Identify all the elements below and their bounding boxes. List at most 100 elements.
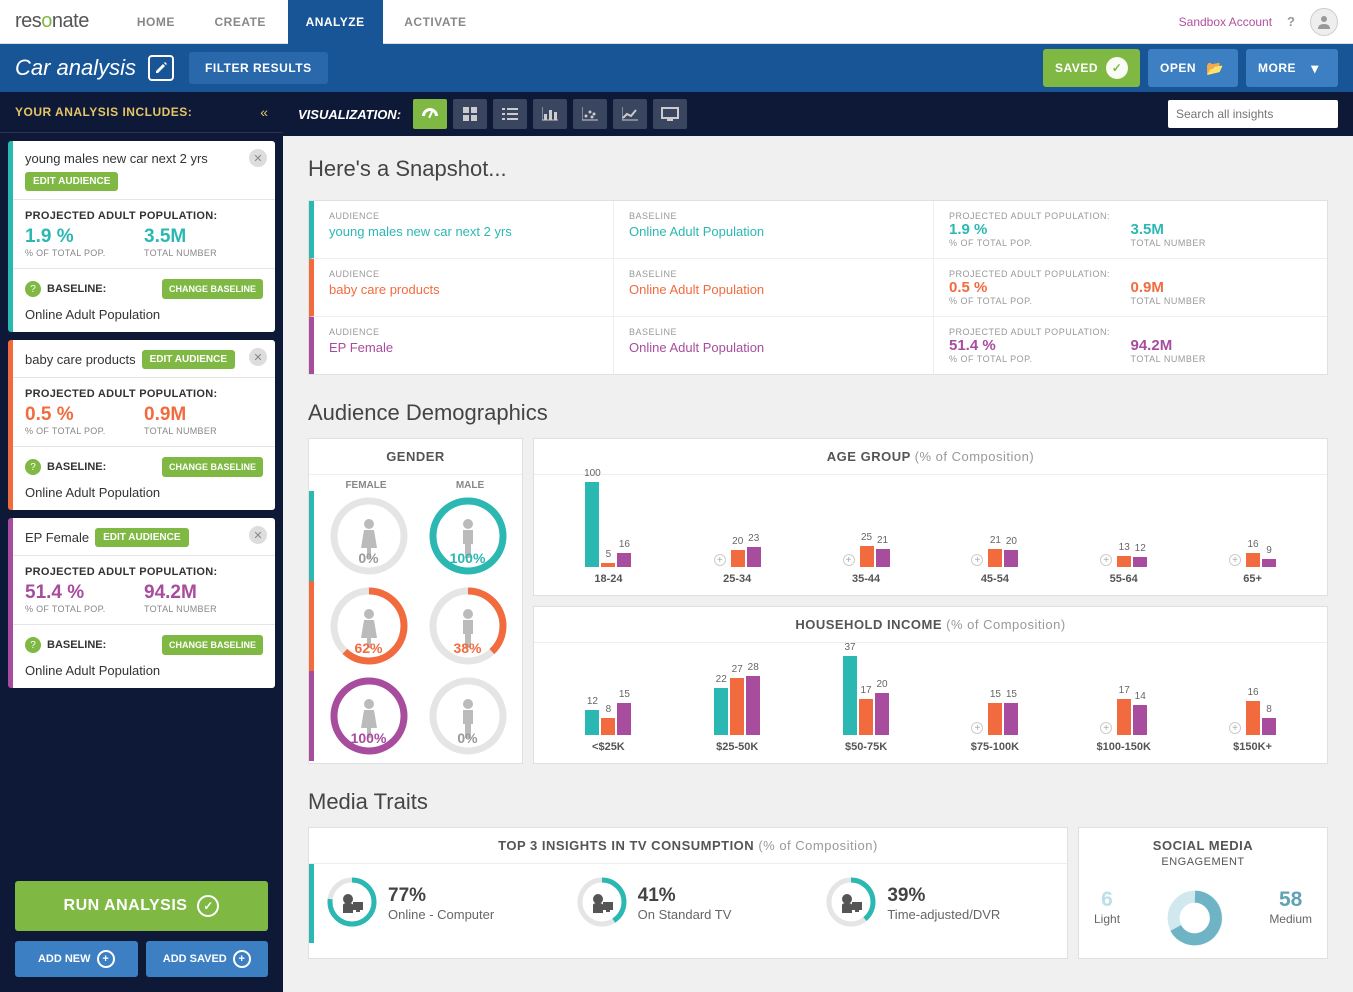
nav-activate[interactable]: ACTIVATE	[386, 0, 484, 44]
pct-sub: % OF TOTAL POP.	[25, 248, 144, 258]
check-icon: ✓	[197, 895, 219, 917]
bar-value: 12	[1135, 543, 1146, 554]
viz-bar-chart-icon[interactable]	[533, 99, 567, 129]
add-data-icon[interactable]: +	[1229, 722, 1241, 734]
bar-value: 17	[861, 685, 872, 696]
more-button[interactable]: MORE▾	[1246, 49, 1338, 87]
close-audience-icon[interactable]: ✕	[249, 149, 267, 167]
account-name[interactable]: Sandbox Account	[1179, 15, 1272, 29]
snapshot-row: AUDIENCEyoung males new car next 2 yrs B…	[309, 201, 1327, 259]
edit-audience-button[interactable]: EDIT AUDIENCE	[25, 172, 118, 191]
social-medium-label: Medium	[1269, 912, 1312, 926]
person-tv-icon	[339, 891, 365, 917]
bar-category: $25-50K	[716, 741, 758, 753]
add-data-icon[interactable]: +	[1229, 554, 1241, 566]
bar-value: 21	[877, 535, 888, 546]
male-donut: 100%	[418, 496, 517, 576]
bar-value: 5	[606, 549, 612, 560]
tv-insight-item: 41%On Standard TV	[576, 876, 806, 931]
topbar-right: Sandbox Account ?	[1179, 8, 1338, 36]
help-icon[interactable]: ?	[25, 459, 41, 475]
change-baseline-button[interactable]: CHANGE BASELINE	[162, 457, 263, 477]
income-title: HOUSEHOLD INCOME	[795, 617, 942, 632]
bar: 22	[714, 688, 728, 735]
bar: 8	[601, 718, 615, 735]
social-light-value: 6	[1094, 888, 1120, 912]
viz-grid-icon[interactable]	[453, 99, 487, 129]
collapse-sidebar-icon[interactable]: «	[260, 104, 268, 120]
baseline-label: BASELINE:	[47, 283, 106, 295]
bar-value: 23	[748, 533, 759, 544]
bar: 23	[747, 547, 761, 567]
female-header: FEMALE	[314, 480, 418, 491]
bar-category: 18-24	[594, 573, 622, 585]
nav-home[interactable]: HOME	[119, 0, 193, 44]
bar-value: 16	[619, 539, 630, 550]
saved-button[interactable]: SAVED✓	[1043, 49, 1140, 87]
viz-dashboard-icon[interactable]	[413, 99, 447, 129]
add-data-icon[interactable]: +	[843, 554, 855, 566]
audience-label: AUDIENCE	[329, 211, 598, 221]
bar: 15	[988, 703, 1002, 735]
help-icon[interactable]: ?	[25, 637, 41, 653]
viz-monitor-icon[interactable]	[653, 99, 687, 129]
add-data-icon[interactable]: +	[971, 554, 983, 566]
close-audience-icon[interactable]: ✕	[249, 348, 267, 366]
search-insights-input[interactable]	[1168, 100, 1338, 128]
audience-card: ✕ EP FemaleEDIT AUDIENCE PROJECTED ADULT…	[8, 518, 275, 688]
add-new-button[interactable]: ADD NEW+	[15, 941, 138, 977]
edit-audience-button[interactable]: EDIT AUDIENCE	[95, 528, 188, 547]
male-header: MALE	[418, 480, 522, 491]
add-data-icon[interactable]: +	[714, 554, 726, 566]
audience-name: baby care products	[25, 352, 136, 367]
viz-scatter-icon[interactable]	[573, 99, 607, 129]
edit-title-button[interactable]	[148, 55, 174, 81]
proj-label: PROJECTED ADULT POPULATION:	[949, 211, 1131, 221]
bar-category: <$25K	[592, 741, 625, 753]
edit-audience-button[interactable]: EDIT AUDIENCE	[142, 350, 235, 369]
help-icon[interactable]: ?	[25, 281, 41, 297]
pct-sub: % OF TOTAL POP.	[949, 354, 1131, 364]
bar: 20	[1004, 550, 1018, 567]
nav-create[interactable]: CREATE	[196, 0, 283, 44]
add-data-icon[interactable]: +	[1100, 554, 1112, 566]
run-analysis-button[interactable]: RUN ANALYSIS✓	[15, 881, 268, 931]
pct-value: 0.5 %	[25, 404, 144, 426]
audience-name: young males new car next 2 yrs	[25, 151, 208, 166]
topbar: resonate HOME CREATE ANALYZE ACTIVATE Sa…	[0, 0, 1353, 44]
social-medium-value: 58	[1269, 888, 1312, 912]
snapshot-row: AUDIENCEbaby care products BASELINEOnlin…	[309, 259, 1327, 317]
social-media-panel: SOCIAL MEDIAENGAGEMENT 6Light 58Medium	[1078, 827, 1328, 959]
projected-label: PROJECTED ADULT POPULATION:	[25, 566, 263, 578]
pct-value: 51.4 %	[949, 337, 1131, 354]
baseline-label: BASELINE	[629, 211, 918, 221]
avatar[interactable]	[1310, 8, 1338, 36]
viz-line-chart-icon[interactable]	[613, 99, 647, 129]
bar: 15	[1004, 703, 1018, 735]
nav-analyze[interactable]: ANALYZE	[288, 0, 383, 44]
bar-value: 9	[1266, 545, 1272, 556]
change-baseline-button[interactable]: CHANGE BASELINE	[162, 635, 263, 655]
close-audience-icon[interactable]: ✕	[249, 526, 267, 544]
add-data-icon[interactable]: +	[971, 722, 983, 734]
viz-list-icon[interactable]	[493, 99, 527, 129]
analysis-header: Car analysis FILTER RESULTS SAVED✓ OPEN📂…	[0, 44, 1353, 92]
change-baseline-button[interactable]: CHANGE BASELINE	[162, 279, 263, 299]
add-saved-button[interactable]: ADD SAVED+	[146, 941, 269, 977]
female-donut: 100%	[319, 676, 418, 756]
plus-icon: +	[233, 950, 251, 968]
open-button[interactable]: OPEN📂	[1148, 49, 1238, 87]
media-traits-heading: Media Traits	[308, 789, 1328, 815]
age-title: AGE GROUP	[827, 449, 911, 464]
projected-label: PROJECTED ADULT POPULATION:	[25, 210, 263, 222]
help-icon[interactable]: ?	[1287, 14, 1295, 29]
bar: 16	[1246, 553, 1260, 567]
filter-results-button[interactable]: FILTER RESULTS	[189, 52, 328, 84]
num-sub: TOTAL NUMBER	[1131, 354, 1313, 364]
bar-group: +212045-54	[965, 482, 1025, 585]
audience-label: AUDIENCE	[329, 269, 598, 279]
add-data-icon[interactable]: +	[1100, 722, 1112, 734]
person-tv-icon	[589, 891, 615, 917]
header-actions: SAVED✓ OPEN📂 MORE▾	[1043, 49, 1338, 87]
bar-category: $75-100K	[971, 741, 1019, 753]
